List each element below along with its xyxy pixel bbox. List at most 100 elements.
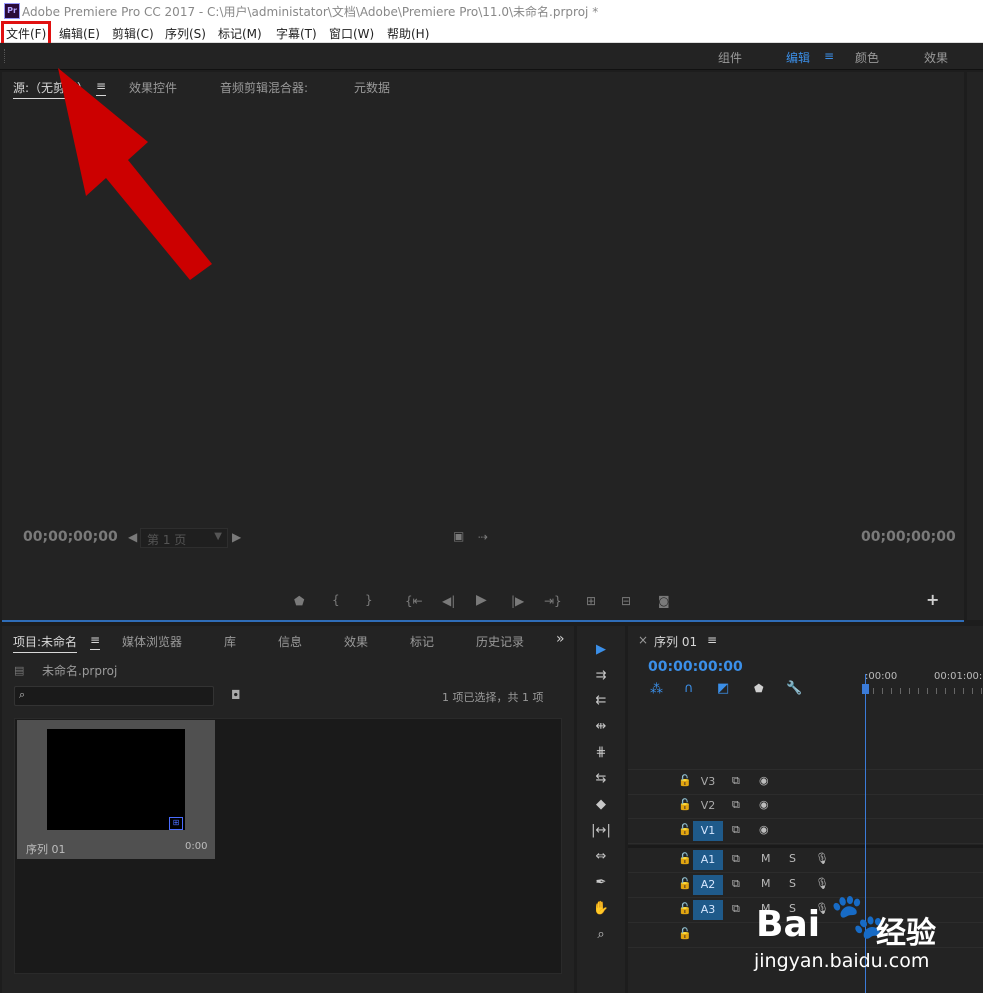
rect-slide-tool-icon[interactable]: ⇔ (591, 847, 611, 867)
page-select-value: 第 1 页 (147, 533, 187, 547)
export-frame-icon[interactable]: ◙ (658, 594, 670, 608)
sync-lock-icon[interactable]: ⧉ (732, 774, 740, 788)
mute-button[interactable]: M (761, 852, 771, 865)
wrench-icon[interactable]: 🔧 (786, 681, 802, 696)
tab-project[interactable]: 项目:未命名 (13, 633, 78, 653)
lock-icon[interactable]: 🔓 (678, 823, 692, 836)
playback-resolution-icon[interactable]: ⇢ (478, 530, 488, 544)
tab-libraries[interactable]: 库 (224, 633, 236, 650)
add-button[interactable]: + (926, 590, 939, 609)
menu-edit[interactable]: 编辑(E) (59, 25, 100, 42)
track-row-v2: 🔓 V2 ⧉ ◉ (628, 794, 983, 819)
tab-sequence[interactable]: 序列 01 (654, 633, 697, 650)
rate-stretch-tool-icon[interactable]: ⋕ (591, 743, 611, 763)
chevron-down-icon: ▼ (214, 531, 222, 542)
sync-lock-icon[interactable]: ⧉ (732, 877, 740, 891)
track-label-v3[interactable]: V3 (693, 772, 723, 792)
track-label-v2[interactable]: V2 (693, 796, 723, 816)
tab-metadata[interactable]: 元数据 (354, 79, 390, 96)
workspace-menu-icon[interactable]: ≡ (824, 49, 834, 63)
track-label-a3[interactable]: A3 (693, 900, 723, 920)
pen-tool-icon[interactable]: ✒ (591, 873, 611, 893)
menu-marker[interactable]: 标记(M) (218, 25, 262, 42)
zoom-fit-icon[interactable]: ▣ (453, 529, 464, 543)
microphone-icon[interactable]: 🎙 (815, 852, 829, 865)
next-page-icon[interactable]: ▶ (232, 530, 241, 544)
eye-icon[interactable]: ◉ (759, 798, 769, 811)
menu-clip[interactable]: 剪辑(C) (112, 25, 154, 42)
lock-icon[interactable]: 🔓 (678, 927, 692, 940)
eye-icon[interactable]: ◉ (759, 774, 769, 787)
tab-markers[interactable]: 标记 (410, 633, 434, 650)
lock-icon[interactable]: 🔓 (678, 902, 692, 915)
sync-lock-icon[interactable]: ⧉ (732, 798, 740, 812)
source-timecode-current[interactable]: 00;00;00;00 (23, 529, 118, 545)
track-label-v1[interactable]: V1 (693, 821, 723, 841)
sync-lock-icon[interactable]: ⧉ (732, 902, 740, 916)
more-tabs-icon[interactable]: » (556, 631, 565, 647)
menu-help[interactable]: 帮助(H) (387, 25, 429, 42)
tab-info[interactable]: 信息 (278, 633, 302, 650)
sync-lock-icon[interactable]: ⧉ (732, 823, 740, 837)
ruler-label-start: :00:00 (865, 671, 898, 682)
track-label-a2[interactable]: A2 (693, 875, 723, 895)
ripple-edit-tool-icon[interactable]: ⇇ (591, 691, 611, 711)
project-panel-menu-icon[interactable]: ≡ (90, 633, 101, 650)
linked-selection-icon[interactable]: ◩ (717, 681, 729, 696)
project-search-input[interactable]: ⌕ (14, 686, 214, 706)
add-marker-icon[interactable]: ⬟ (754, 682, 764, 695)
sequence-menu-icon[interactable]: ≡ (707, 633, 717, 647)
solo-button[interactable]: S (789, 852, 796, 865)
lock-icon[interactable]: 🔓 (678, 877, 692, 890)
selection-info: 1 项已选择，共 1 项 (442, 691, 544, 704)
lock-icon[interactable]: 🔓 (678, 798, 692, 811)
slip-tool-icon[interactable]: ⇆ (591, 769, 611, 789)
tab-media-browser[interactable]: 媒体浏览器 (122, 633, 182, 650)
rolling-edit-tool-icon[interactable]: ⇹ (591, 717, 611, 737)
nest-sequence-icon[interactable]: ⁂ (650, 682, 663, 697)
mark-out-icon[interactable]: } (365, 593, 373, 607)
lock-icon[interactable]: 🔓 (678, 774, 692, 787)
grip-icon (4, 49, 7, 63)
razor-tool-icon[interactable]: ◆ (591, 795, 611, 815)
workspace-editing[interactable]: 编辑 (786, 49, 810, 66)
mark-in-icon[interactable]: { (332, 593, 340, 607)
selection-tool-icon[interactable]: ▶ (591, 640, 611, 660)
watermark-brand-cn: 经验 (876, 916, 936, 951)
slide-tool-icon[interactable]: |↔| (591, 821, 611, 841)
project-item-card[interactable]: ⊞ 序列 01 0:00 (17, 720, 215, 859)
eye-icon[interactable]: ◉ (759, 823, 769, 836)
sync-lock-icon[interactable]: ⧉ (732, 852, 740, 866)
close-sequence-icon[interactable]: × (638, 633, 648, 647)
tab-effects[interactable]: 效果 (344, 633, 368, 650)
step-forward-icon[interactable]: |▶ (511, 594, 524, 608)
insert-icon[interactable]: ⊞ (586, 594, 596, 608)
go-to-out-icon[interactable]: ⇥} (544, 594, 562, 608)
time-ruler[interactable] (864, 688, 983, 694)
annotation-arrow-icon (58, 68, 212, 280)
zoom-tool-icon[interactable]: ⌕ (591, 925, 611, 945)
menu-title[interactable]: 字幕(T) (276, 25, 317, 42)
prev-page-icon[interactable]: ◀ (128, 530, 137, 544)
workspace-assembly[interactable]: 组件 (718, 49, 742, 66)
tab-audio-clip-mixer[interactable]: 音频剪辑混合器: (220, 79, 308, 96)
snap-magnet-icon[interactable]: ∩ (684, 681, 694, 696)
menu-sequence[interactable]: 序列(S) (165, 25, 206, 42)
menu-window[interactable]: 窗口(W) (329, 25, 374, 42)
step-back-icon[interactable]: ◀| (442, 594, 455, 608)
marker-icon[interactable]: ⬟ (294, 594, 304, 608)
play-icon[interactable]: ▶ (476, 592, 487, 608)
overwrite-icon[interactable]: ⊟ (621, 594, 631, 608)
track-label-a1[interactable]: A1 (693, 850, 723, 870)
page-select[interactable]: 第 1 页 ▼ (140, 528, 228, 548)
go-to-in-icon[interactable]: {⇤ (405, 594, 423, 608)
workspace-effects[interactable]: 效果 (924, 49, 948, 66)
tab-history[interactable]: 历史记录 (476, 633, 524, 650)
watermark-brand: Bai (756, 904, 821, 945)
timeline-timecode[interactable]: 00:00:00:00 (648, 659, 743, 675)
lock-icon[interactable]: 🔓 (678, 852, 692, 865)
hand-tool-icon[interactable]: ✋ (591, 899, 611, 919)
workspace-color[interactable]: 颜色 (855, 49, 879, 66)
track-select-tool-icon[interactable]: ⇉ (591, 666, 611, 686)
new-search-bin-icon[interactable]: ◘ (231, 688, 241, 702)
